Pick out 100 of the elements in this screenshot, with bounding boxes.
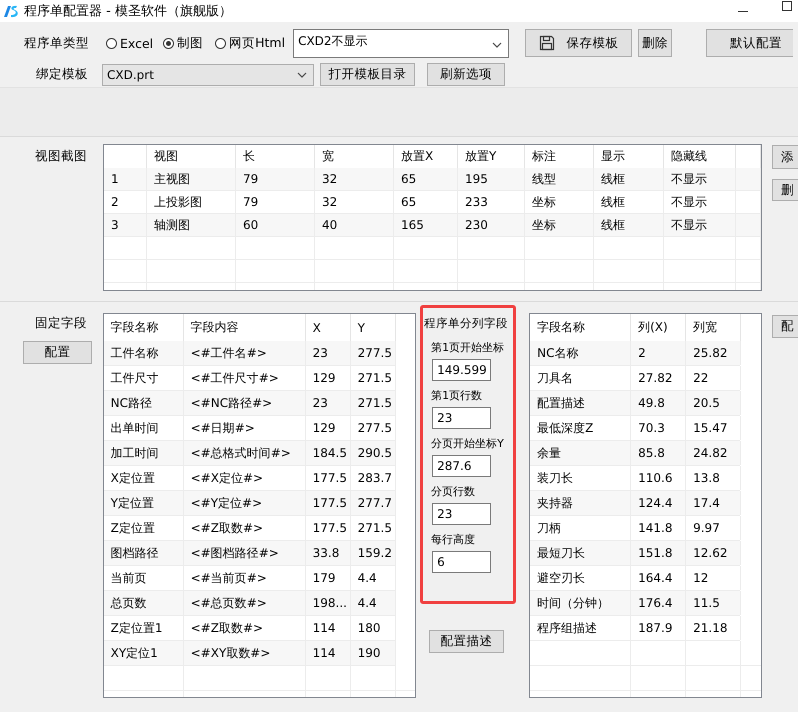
table-cell: 177.5	[312, 521, 347, 535]
table-cell: 27.82	[638, 371, 672, 385]
save-template-button[interactable]: 保存模板	[525, 29, 632, 57]
table-cell: 配置描述	[537, 394, 586, 412]
add-button[interactable]: 添	[772, 145, 798, 169]
table-cell: 3	[111, 218, 119, 232]
field-label: 分页开始坐标Y	[431, 436, 504, 451]
template-dropdown[interactable]: CXD2不显示	[293, 28, 510, 58]
table-cell: 程序组描述	[537, 620, 598, 636]
logo-icon	[2, 3, 20, 19]
default-config-button[interactable]: 默认配置	[706, 29, 794, 57]
table-cell: 114	[312, 621, 336, 635]
maximize-icon	[782, 1, 792, 11]
minimize-icon	[738, 10, 748, 12]
table-cell: <#Z取数#>	[190, 520, 264, 536]
table-cell: 不显示	[671, 170, 707, 188]
table-cell: 114	[312, 646, 336, 660]
column-header[interactable]: 字段名称	[110, 319, 159, 336]
table-cell: 177.5	[312, 471, 347, 485]
table-cell: 13.8	[693, 471, 720, 485]
table-cell: 余量	[537, 444, 562, 462]
radio-button[interactable]	[215, 38, 226, 48]
table-cell: <#X定位#>	[190, 470, 264, 486]
radio-label[interactable]: Excel	[120, 36, 154, 50]
input-field[interactable]: 287.6	[432, 455, 492, 477]
field-label: 分页行数	[431, 484, 476, 499]
column-header[interactable]: 列宽	[693, 319, 718, 336]
table-cell: 主视图	[154, 170, 190, 188]
column-header[interactable]: 字段名称	[537, 319, 586, 336]
input-field[interactable]: 149.599	[432, 359, 492, 381]
table-cell: 11.5	[693, 596, 720, 610]
column-header[interactable]: 隐藏线	[671, 148, 707, 165]
table-cell: NC名称	[537, 344, 578, 362]
views-table[interactable]: 视图 长 宽 放置X 放置Y 标注 显示 隐藏线 1 主视图 79 32 65 195 线型 线框 不显示 2 上投影图 79 32 65 233 坐标 线框 不显示 3 轴测图 60 40 165 230 坐标 线框 不显示	[103, 144, 762, 291]
toolbar-button[interactable]: 刷新选项	[427, 63, 505, 86]
column-header[interactable]: 放置X	[401, 148, 434, 165]
section-label: 固定字段	[35, 315, 88, 332]
fixed-fields-table[interactable]	[102, 313, 416, 698]
radio-label[interactable]: 网页Html	[229, 34, 286, 52]
caret-icon	[492, 42, 502, 48]
field-label: 每行高度	[431, 532, 476, 547]
config-description-button[interactable]: 配置描述	[429, 630, 504, 653]
table-cell: 184.5	[312, 446, 347, 460]
template-file-dropdown[interactable]: CXD.prt	[102, 64, 314, 86]
toolbar-button[interactable]: 打开模板目录	[320, 63, 415, 86]
delete-button[interactable]: 删除	[638, 29, 672, 57]
table-cell: NC路径	[110, 394, 152, 412]
radio-button[interactable]	[106, 38, 117, 48]
table-cell: <#NC路径#>	[190, 394, 272, 412]
table-cell: 轴测图	[154, 216, 190, 234]
column-header[interactable]: 放置Y	[465, 148, 496, 165]
table-cell: 22	[693, 371, 708, 385]
column-header[interactable]: Y	[358, 320, 365, 334]
input-field[interactable]: 6	[432, 551, 492, 573]
column-fields-table[interactable]: 字段名称 列(X) 列宽 NC名称 2 25.82 刀具名 27.82 22 配置描述 49.8 20.5 最低深度Z 70.3 15.47 余量 85.8 24.82 装刀长 110.6 13.8 夹持器 124.4 17.4 刀柄 141.8 9.97 最短刀长 151.8 12.62 避空刃长 164.4 12 时间（分钟） 176.4 11.5 程序组描述 187.9 21.18	[529, 313, 762, 698]
table-cell: 277.5	[358, 346, 392, 360]
input-field[interactable]: 23	[432, 407, 492, 429]
table-cell: 避空刃长	[537, 570, 586, 586]
column-header[interactable]: 列(X)	[638, 319, 668, 336]
table-cell: 刀柄	[537, 520, 562, 536]
table-cell: 230	[465, 218, 488, 232]
table-cell: 15.47	[693, 421, 728, 435]
field-label: 第1页行数	[431, 388, 482, 403]
table-cell: Y定位置	[110, 494, 154, 512]
config-button[interactable]: 配	[772, 315, 798, 338]
table-cell: 176.4	[638, 596, 672, 610]
table-cell: 180	[358, 621, 381, 635]
column-header[interactable]: 标注	[532, 148, 556, 165]
table-cell: 时间（分钟）	[537, 594, 610, 612]
column-header[interactable]: 视图	[154, 148, 178, 165]
config-button[interactable]: 配置	[23, 341, 92, 364]
column-header[interactable]: 显示	[601, 148, 625, 165]
input-field[interactable]: 23	[432, 503, 492, 525]
table-cell: XY定位1	[110, 644, 158, 662]
radio-label[interactable]: 制图	[177, 34, 204, 52]
table-cell: 线框	[601, 194, 625, 210]
column-header[interactable]: 字段内容	[190, 319, 239, 336]
table-cell: 4.4	[358, 571, 377, 585]
column-header[interactable]: 宽	[322, 148, 334, 165]
field-label: 第1页开始坐标	[431, 340, 504, 355]
table-cell: 32	[322, 195, 338, 209]
radio-button[interactable]	[163, 38, 174, 48]
delete-button[interactable]: 删	[772, 179, 798, 201]
table-cell: 277.7	[358, 496, 392, 510]
table-cell: 17.4	[693, 496, 720, 510]
table-cell: 164.4	[638, 571, 672, 585]
table-cell: 159.2	[358, 546, 392, 560]
table-cell: 线型	[532, 170, 556, 188]
table-cell: <#当前页#>	[190, 570, 267, 586]
table-cell: 233	[465, 195, 488, 209]
table-cell: 12	[693, 571, 708, 585]
table-cell: 最短刀长	[537, 544, 586, 562]
table-cell: 线框	[601, 170, 625, 188]
column-header[interactable]: 长	[243, 148, 255, 165]
table-cell: 图档路径	[110, 544, 159, 562]
table-cell: <#Z取数#>	[190, 620, 264, 636]
table-cell: 坐标	[532, 216, 556, 234]
column-header[interactable]: X	[312, 320, 321, 334]
table-cell: 65	[401, 172, 416, 186]
field-label: 程序单类型	[24, 34, 89, 52]
